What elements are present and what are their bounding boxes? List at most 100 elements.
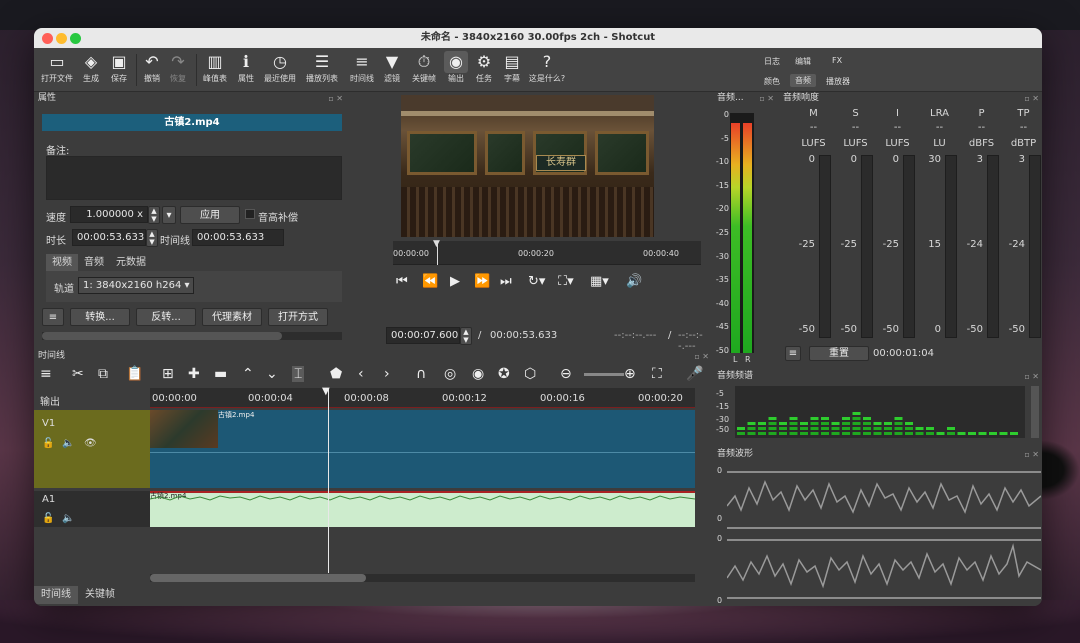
toolbar-export[interactable]: ◉ 输出: [444, 51, 468, 84]
tab-metadata[interactable]: 元数据: [110, 254, 152, 271]
toolbar-keyframes[interactable]: ⏱ 关键帧: [408, 51, 440, 84]
position-stepper[interactable]: ▲ ▼: [460, 327, 472, 345]
play-icon[interactable]: ▶: [450, 274, 460, 289]
previous-marker-icon[interactable]: ‹: [358, 366, 364, 382]
skip-previous-icon[interactable]: ⏮: [396, 274, 408, 289]
mute-icon[interactable]: 🔈: [62, 513, 74, 524]
panel-float-close-icons[interactable]: ▫ ✕: [1024, 93, 1039, 105]
toolbar-playlist[interactable]: ☰ 播放列表: [304, 51, 340, 84]
player-ruler[interactable]: 00:00:00 00:00:20 00:00:40 ▼: [393, 239, 701, 265]
toolbar-open-file[interactable]: ▭ 打开文件: [40, 51, 74, 84]
toolbar-timeline[interactable]: ≡ 时间线: [348, 51, 376, 84]
toolbar-generate[interactable]: ◈ 生成: [78, 51, 104, 84]
timeline-scrollbar[interactable]: [150, 574, 695, 582]
spectrum-scrollbar[interactable]: [1031, 386, 1039, 438]
remove-icon[interactable]: ▬: [214, 366, 227, 382]
cut-icon[interactable]: ✂: [72, 366, 84, 382]
convert-button[interactable]: 转换...: [70, 308, 130, 326]
ripple-markers-icon[interactable]: ⬡: [524, 366, 536, 382]
tab-audio[interactable]: 音频: [78, 254, 110, 271]
reverse-button[interactable]: 反转...: [136, 308, 196, 326]
notes-field[interactable]: [46, 156, 342, 200]
snap-icon[interactable]: ∩: [416, 366, 426, 382]
toolbar-recent[interactable]: ◷ 最近使用: [262, 51, 298, 84]
minimize-window-button[interactable]: [56, 33, 67, 44]
append-icon[interactable]: ⊞: [162, 366, 174, 382]
fast-forward-icon[interactable]: ⏩: [474, 274, 490, 289]
panel-float-close-icons[interactable]: ▫ ✕: [1024, 449, 1039, 461]
toolbar-redo[interactable]: ↷ 恢复: [166, 51, 190, 84]
toolbar-undo[interactable]: ↶ 撤销: [140, 51, 164, 84]
mute-icon[interactable]: 🔈: [62, 438, 74, 449]
audio-clip[interactable]: 古镇2.mp4: [150, 491, 695, 527]
panel-float-close-icons[interactable]: ▫ ✕: [1024, 371, 1039, 383]
zoom-window-button[interactable]: [70, 33, 81, 44]
zoom-icon[interactable]: ⛶▾: [558, 274, 574, 289]
proxy-button[interactable]: 代理素材: [202, 308, 262, 326]
tab-timeline[interactable]: 时间线: [34, 586, 78, 604]
tab-video[interactable]: 视频: [46, 254, 78, 271]
record-audio-icon[interactable]: 🎤: [686, 366, 703, 382]
panel-float-close-icons[interactable]: ▫ ✕: [328, 93, 343, 105]
position-timecode[interactable]: 00:00:07.600: [386, 327, 460, 344]
properties-scrollbar[interactable]: [42, 332, 342, 340]
workspace-logging[interactable]: 日志: [764, 56, 780, 67]
toolbar-subtitles[interactable]: ▤ 字幕: [500, 51, 524, 84]
speed-field[interactable]: 1.000000 x: [70, 206, 148, 223]
open-with-button[interactable]: 打开方式: [268, 308, 328, 326]
visibility-icon[interactable]: 👁: [84, 438, 97, 449]
zoom-in-icon[interactable]: ⊕: [624, 366, 636, 382]
timeline-menu-icon[interactable]: ≡: [40, 366, 52, 382]
workspace-audio[interactable]: 音频: [790, 74, 816, 87]
paste-icon[interactable]: 📋: [126, 366, 143, 382]
loop-icon[interactable]: ↻▾: [528, 274, 545, 289]
tab-keyframes[interactable]: 关键帧: [78, 586, 122, 604]
add-icon[interactable]: ✚: [188, 366, 200, 382]
overwrite-icon[interactable]: ⌄: [266, 366, 278, 382]
split-icon[interactable]: ⌶: [292, 366, 305, 382]
toolbar-peak-meter[interactable]: ▥ 峰值表: [200, 51, 230, 84]
workspace-editing[interactable]: 编辑: [795, 56, 811, 67]
panel-float-close-icons[interactable]: ▫ ✕: [759, 93, 774, 105]
speed-stepper[interactable]: ▲ ▼: [148, 206, 160, 224]
close-window-button[interactable]: [42, 33, 53, 44]
speed-preset-dropdown[interactable]: ▾: [162, 206, 176, 224]
zoom-slider[interactable]: [584, 373, 624, 376]
lock-icon[interactable]: 🔓: [42, 513, 54, 524]
track-select[interactable]: 1: 3840x2160 h264 ▾: [78, 277, 194, 294]
next-marker-icon[interactable]: ›: [384, 366, 390, 382]
toolbar-properties[interactable]: ℹ 属性: [234, 51, 258, 84]
lift-icon[interactable]: ⌃: [242, 366, 254, 382]
timeline-ruler[interactable]: 00:00:00 00:00:04 00:00:08 00:00:12 00:0…: [150, 388, 695, 408]
ripple-all-icon[interactable]: ✪: [498, 366, 510, 382]
toolbar-filter[interactable]: ▼ 滤镜: [380, 51, 404, 84]
menu-button[interactable]: ≡: [42, 308, 64, 326]
rewind-icon[interactable]: ⏪: [422, 274, 438, 289]
grid-icon[interactable]: ▦▾: [590, 274, 609, 289]
marker-icon[interactable]: ⬟: [330, 366, 342, 382]
volume-icon[interactable]: 🔊: [626, 274, 642, 289]
zoom-fit-icon[interactable]: ⛶: [652, 366, 662, 382]
panel-float-close-icons[interactable]: ▫ ✕: [694, 351, 709, 363]
playhead-marker-icon[interactable]: ▼: [322, 386, 330, 397]
track-head-v1[interactable]: V1 🔓 🔈 👁: [34, 410, 150, 488]
track-head-a1[interactable]: A1 🔓 🔈: [34, 491, 150, 527]
scrub-icon[interactable]: ◎: [444, 366, 456, 382]
workspace-color[interactable]: 颜色: [764, 76, 780, 87]
toolbar-jobs[interactable]: ⚙ 任务: [472, 51, 496, 84]
timeline-playhead[interactable]: [328, 388, 329, 573]
zoom-out-icon[interactable]: ⊖: [560, 366, 572, 382]
loudness-menu-button[interactable]: ≡: [785, 346, 801, 361]
ripple-icon[interactable]: ◉: [472, 366, 484, 382]
toolbar-help[interactable]: ? 这是什么?: [528, 51, 566, 84]
lock-icon[interactable]: 🔓: [42, 438, 54, 449]
reset-button[interactable]: 重置: [809, 346, 869, 361]
duration-stepper[interactable]: ▲ ▼: [146, 229, 158, 247]
apply-button[interactable]: 应用: [180, 206, 240, 224]
toolbar-save[interactable]: ▣ 保存: [106, 51, 132, 84]
duration-field[interactable]: 00:00:53.633: [72, 229, 146, 246]
workspace-fx[interactable]: FX: [832, 56, 842, 65]
pitch-compensation-checkbox[interactable]: [245, 209, 255, 219]
video-clip[interactable]: 古镇2.mp4: [150, 410, 695, 488]
skip-next-icon[interactable]: ⏭: [500, 274, 512, 289]
